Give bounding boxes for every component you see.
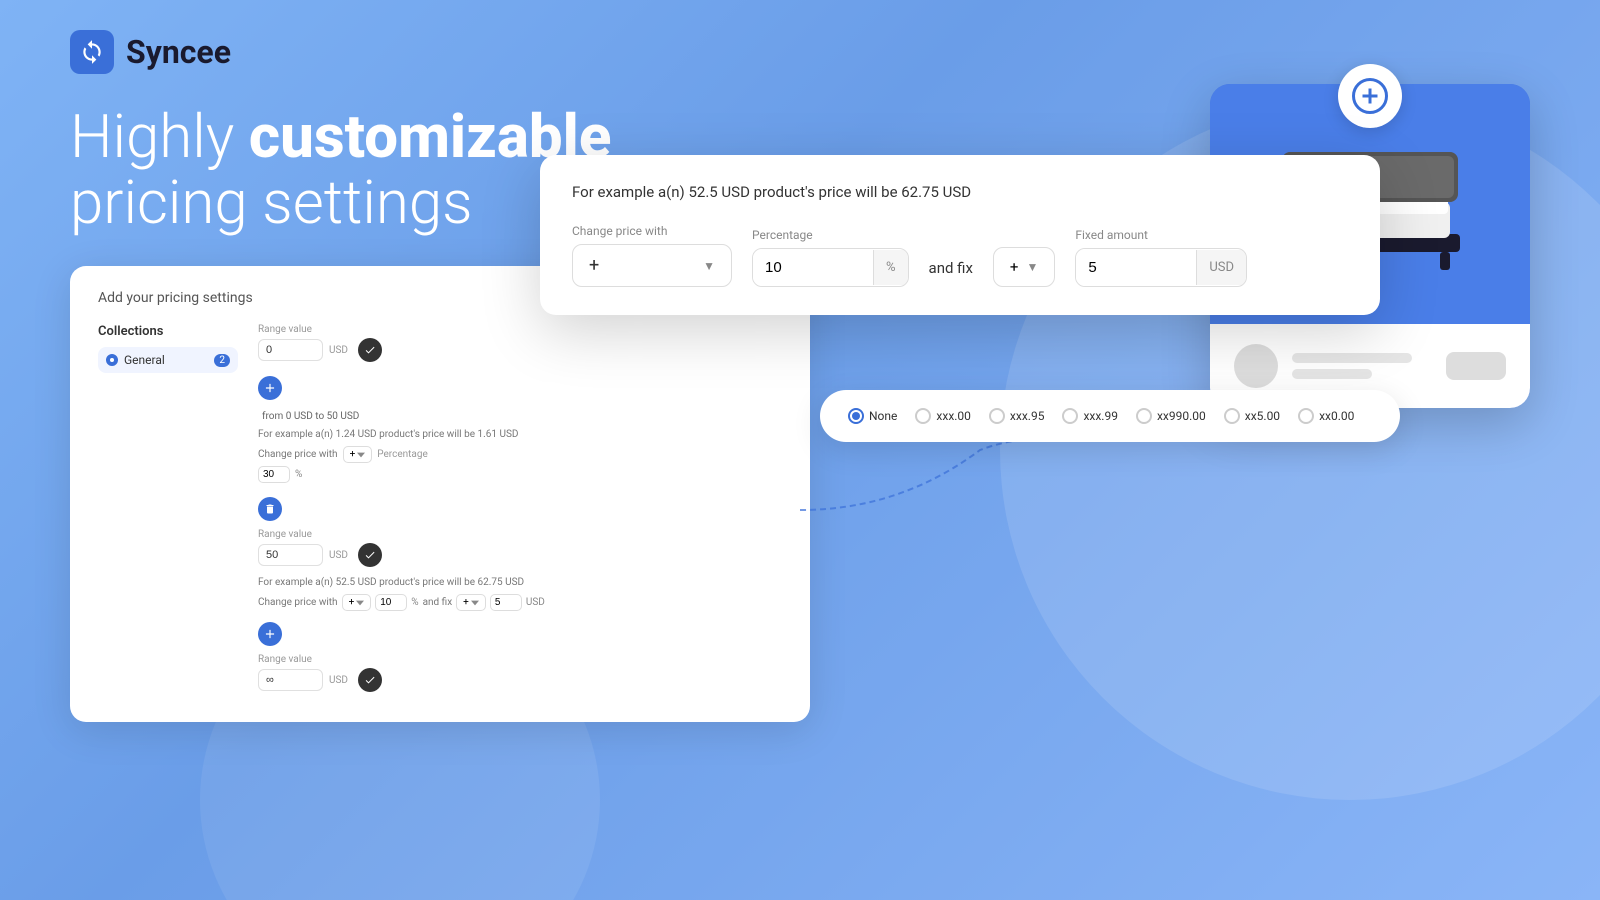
plus-symbol: + bbox=[589, 255, 599, 276]
currency-3: USD bbox=[329, 675, 348, 686]
operator-select-3[interactable]: + bbox=[456, 594, 486, 611]
product-text-line-2 bbox=[1292, 369, 1372, 379]
band-label: from 0 USD to 50 USD bbox=[258, 408, 782, 425]
percentage-field-input[interactable] bbox=[753, 249, 873, 286]
rule-row-2: For example a(n) 1.24 USD product's pric… bbox=[258, 429, 782, 483]
usd-sm: USD bbox=[526, 597, 545, 608]
rule-mid-row bbox=[258, 497, 782, 521]
currency-2: USD bbox=[329, 550, 348, 561]
fixed-amount-input[interactable] bbox=[1076, 249, 1196, 286]
logo-text: Syncee bbox=[126, 33, 231, 71]
change-price-label-2: Change price with bbox=[258, 597, 338, 608]
range-label-2: Range value bbox=[258, 529, 312, 540]
expanded-pricing-card: For example a(n) 52.5 USD product's pric… bbox=[540, 155, 1380, 315]
radio-xxx99[interactable]: xxx.99 bbox=[1062, 408, 1118, 424]
example-text-1: For example a(n) 1.24 USD product's pric… bbox=[258, 429, 518, 440]
expanded-example-text: For example a(n) 52.5 USD product's pric… bbox=[572, 183, 1348, 201]
radio-circle-xx000 bbox=[1298, 408, 1314, 424]
example-text-2: For example a(n) 52.5 USD product's pric… bbox=[258, 577, 524, 588]
logo-icon bbox=[70, 30, 114, 74]
plus-button-1[interactable] bbox=[258, 376, 282, 400]
radio-circle-xx99000 bbox=[1136, 408, 1152, 424]
radio-label-xxx95: xxx.95 bbox=[1010, 409, 1045, 423]
product-text-lines bbox=[1292, 353, 1432, 379]
radio-label-xx000: xx0.00 bbox=[1319, 409, 1354, 423]
and-fix-label: and fix bbox=[929, 259, 973, 287]
percent-unit: % bbox=[873, 250, 908, 285]
fix-operator-select[interactable]: + ▼ bbox=[993, 247, 1055, 287]
range-input-3[interactable] bbox=[258, 669, 323, 691]
radio-circle-xxx99 bbox=[1062, 408, 1078, 424]
radio-xxx95[interactable]: xxx.95 bbox=[989, 408, 1045, 424]
change-price-field-label: Change price with bbox=[572, 224, 732, 238]
rule-row-1: Range value USD bbox=[258, 324, 782, 362]
headline-normal: Highly bbox=[70, 101, 249, 172]
delete-button[interactable] bbox=[258, 497, 282, 521]
collections-label: Collections bbox=[98, 324, 238, 339]
percentage-input-group: % bbox=[752, 248, 909, 287]
collections-panel: Collections General 2 bbox=[98, 324, 238, 698]
percentage-input-2[interactable] bbox=[375, 594, 407, 611]
and-fix-sm: and fix bbox=[423, 597, 453, 608]
add-rule-2 bbox=[258, 622, 782, 646]
add-product-button[interactable] bbox=[1338, 64, 1402, 128]
percentage-input-1[interactable] bbox=[258, 466, 290, 483]
expanded-fields: Change price with + ▼ Percentage % and f… bbox=[572, 221, 1348, 287]
chevron-icon: ▼ bbox=[703, 259, 715, 273]
radio-label-xxx99: xxx.99 bbox=[1083, 409, 1118, 423]
plus-button-2[interactable] bbox=[258, 622, 282, 646]
fixed-input-2[interactable] bbox=[490, 594, 522, 611]
check-button-3[interactable] bbox=[358, 668, 382, 692]
fixed-amount-input-group: USD bbox=[1075, 248, 1247, 287]
product-avatar bbox=[1234, 344, 1278, 388]
change-price-label-1: Change price with bbox=[258, 449, 338, 460]
operator-select-2[interactable]: + bbox=[342, 594, 372, 611]
radio-xxx00[interactable]: xxx.00 bbox=[915, 408, 971, 424]
fix-operator-group: + ▼ bbox=[993, 221, 1055, 287]
and-fix-group: and fix bbox=[929, 259, 973, 287]
pricing-card: Add your pricing settings Collections Ge… bbox=[70, 266, 810, 722]
radio-xx000[interactable]: xx0.00 bbox=[1298, 408, 1354, 424]
check-button-1[interactable] bbox=[358, 338, 382, 362]
collection-badge: 2 bbox=[214, 354, 230, 367]
radio-label-xxx00: xxx.00 bbox=[936, 409, 971, 423]
radio-xx99000[interactable]: xx990.00 bbox=[1136, 408, 1206, 424]
range-input-2[interactable] bbox=[258, 544, 323, 566]
header: Syncee bbox=[0, 0, 1600, 74]
collection-radio bbox=[106, 354, 118, 366]
range-input-1[interactable] bbox=[258, 339, 323, 361]
percentage-group: Percentage % bbox=[752, 228, 909, 287]
check-button-2[interactable] bbox=[358, 543, 382, 567]
rule-row-3: Range value USD bbox=[258, 529, 782, 567]
range-label-1: Range value bbox=[258, 324, 312, 335]
rules-area: Range value USD bbox=[258, 324, 782, 698]
rule-row-inf: Range value USD bbox=[258, 654, 782, 692]
collection-name: General bbox=[124, 353, 165, 367]
add-rule-1 bbox=[258, 376, 782, 400]
fixed-amount-group: Fixed amount USD bbox=[1075, 228, 1247, 287]
radio-circle-xxx00 bbox=[915, 408, 931, 424]
radio-label-none: None bbox=[869, 409, 897, 423]
change-price-group: Change price with + ▼ bbox=[572, 224, 732, 287]
change-price-select[interactable]: + ▼ bbox=[572, 244, 732, 287]
fixed-amount-label: Fixed amount bbox=[1075, 228, 1247, 242]
collection-item[interactable]: General 2 bbox=[98, 347, 238, 373]
rounding-options-card: None xxx.00 xxx.95 xxx.99 xx990.00 xx5.0… bbox=[820, 390, 1400, 442]
percentage-field-label: Percentage bbox=[752, 228, 909, 242]
radio-xx500[interactable]: xx5.00 bbox=[1224, 408, 1280, 424]
radio-none[interactable]: None bbox=[848, 408, 897, 424]
range-label-3: Range value bbox=[258, 654, 312, 665]
product-text-line-1 bbox=[1292, 353, 1412, 363]
product-price-block bbox=[1446, 352, 1506, 380]
currency-1: USD bbox=[329, 345, 348, 356]
pct-unit-1: % bbox=[295, 469, 302, 480]
radio-label-xx99000: xx990.00 bbox=[1157, 409, 1206, 423]
radio-label-xx500: xx5.00 bbox=[1245, 409, 1280, 423]
radio-circle-xx500 bbox=[1224, 408, 1240, 424]
operator-select-1[interactable]: + bbox=[343, 446, 373, 463]
usd-unit: USD bbox=[1196, 250, 1246, 285]
radio-circle-none bbox=[848, 408, 864, 424]
pct-label-header-1: Percentage bbox=[377, 449, 428, 460]
radio-circle-xxx95 bbox=[989, 408, 1005, 424]
